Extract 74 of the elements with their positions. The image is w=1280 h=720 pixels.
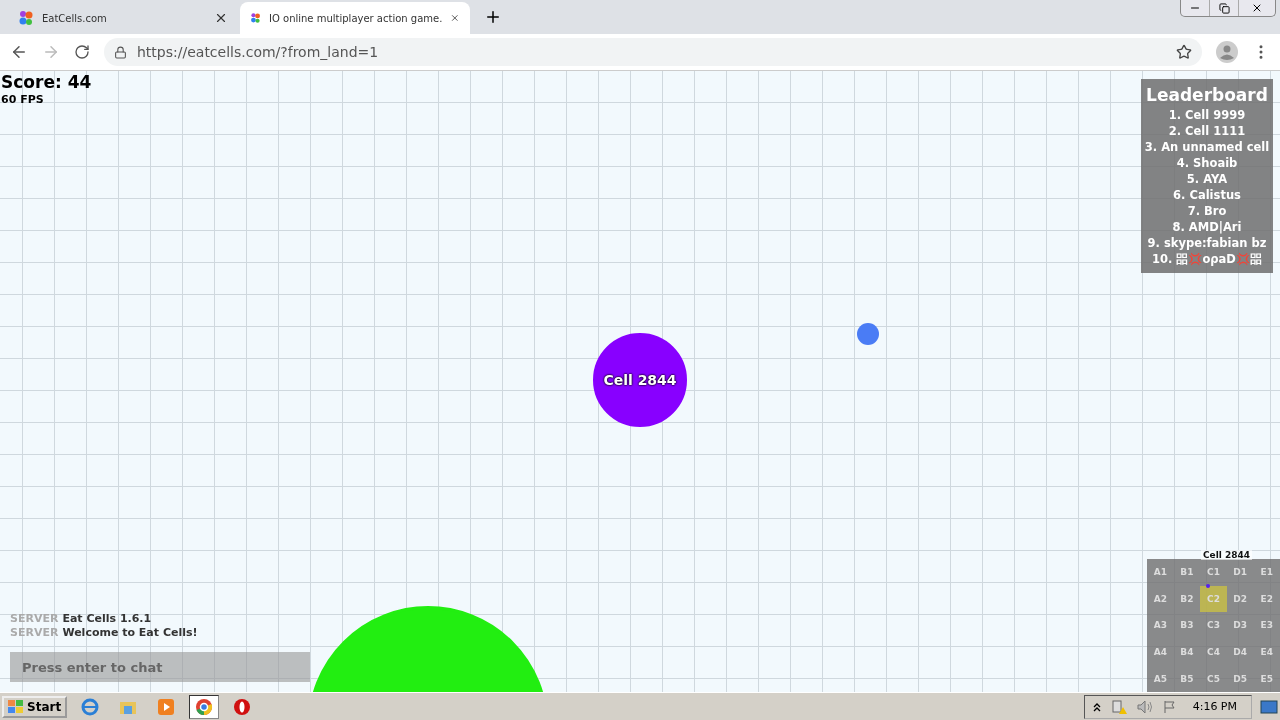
minimap-sector: C1 <box>1206 566 1221 580</box>
chrome-taskbar-icon[interactable] <box>189 694 220 719</box>
leaderboard-entry: 5. AYA <box>1186 171 1228 187</box>
minimap-sector: D5 <box>1232 672 1248 686</box>
chat-message: SERVER Eat Cells 1.6.1 <box>10 612 153 626</box>
play-icon <box>157 697 176 716</box>
globe-icon <box>81 697 100 716</box>
bookmark-star-icon[interactable] <box>1176 44 1192 60</box>
minimap-sector: B5 <box>1179 672 1195 686</box>
minimap-sector: A3 <box>1152 619 1168 633</box>
minimap-sector: C3 <box>1206 619 1221 633</box>
minimap-sector: A1 <box>1152 566 1168 580</box>
chat-input[interactable]: Press enter to chat <box>10 652 310 682</box>
leaderboard-entry: 6. Calistus <box>1173 187 1241 203</box>
start-button[interactable]: Start <box>2 695 68 718</box>
minimap-sector: E5 <box>1259 672 1274 686</box>
show-desktop-icon[interactable] <box>1260 699 1278 714</box>
minimap-sector: E2 <box>1259 592 1274 606</box>
minimap-sector: A4 <box>1152 646 1168 660</box>
address-bar[interactable]: https://eatcells.com/?from_land=1 <box>104 38 1202 66</box>
game-canvas[interactable] <box>0 71 1280 692</box>
restore-icon[interactable] <box>1218 2 1230 14</box>
tab-title: EatCells.com <box>42 12 108 24</box>
speaker-icon[interactable] <box>1136 699 1153 714</box>
windows-logo-icon <box>8 699 24 714</box>
clock-time: 4:16 PM <box>1192 700 1237 713</box>
minimap-sector: D4 <box>1232 646 1248 660</box>
chevron-up-icon[interactable] <box>1092 701 1101 712</box>
minimap-sector: D2 <box>1232 592 1248 606</box>
lock-icon <box>114 45 127 59</box>
minimap-sector: C4 <box>1206 646 1221 660</box>
leaderboard-entry: 7. Bro <box>1187 203 1227 219</box>
chrome-icon <box>195 697 214 716</box>
fps-text: 60 FPS <box>1 93 44 106</box>
minimap-sector: B3 <box>1179 619 1195 633</box>
leaderboard-title: Leaderboard <box>1146 85 1268 105</box>
opera-icon <box>233 697 252 716</box>
minimap-sector: A5 <box>1152 672 1168 686</box>
minimap-sector: B2 <box>1179 592 1195 606</box>
leaderboard-entry: 4. Shoaib <box>1176 155 1238 171</box>
chat-message: SERVER Welcome to Eat Cells! <box>10 626 199 640</box>
site-logo-icon <box>18 10 34 26</box>
minimap-sector: B4 <box>1179 646 1195 660</box>
browser-tab[interactable]: EatCells.com <box>8 2 238 34</box>
minimap-sector: E4 <box>1259 646 1274 660</box>
minimap-sector: B1 <box>1179 566 1195 580</box>
flag-icon[interactable] <box>1162 699 1177 714</box>
leaderboard-entry: 3. An unnamed cell <box>1144 139 1270 155</box>
reload-icon[interactable] <box>74 44 90 60</box>
tab-title: IO online multiplayer action game. <box>269 12 443 24</box>
minimap-sector: C2 <box>1200 585 1227 613</box>
cell-name: Cell 2844 <box>603 372 677 388</box>
close-icon[interactable] <box>1251 2 1263 14</box>
url-text: https://eatcells.com/?from_land=1 <box>137 44 380 60</box>
close-icon[interactable] <box>214 11 228 25</box>
minimap-sector: D3 <box>1232 619 1248 633</box>
leaderboard-entry: 8. AMD|Ari <box>1172 219 1242 235</box>
minimap-sector: E3 <box>1259 619 1274 633</box>
minimap-sector: C5 <box>1206 672 1221 686</box>
profile-avatar-icon[interactable] <box>1216 41 1238 63</box>
leaderboard-entry: 9. skype:fabian bz <box>1147 235 1267 251</box>
back-icon[interactable] <box>10 43 28 61</box>
minimap-player-dot <box>1206 584 1210 588</box>
site-logo-icon <box>250 10 261 26</box>
minimap-sector: A2 <box>1152 592 1168 606</box>
score-text: Score: 44 <box>1 72 92 92</box>
leaderboard-entry: 10. 㗊💢ᴏρaD💢㗊 <box>1152 251 1262 267</box>
browser-tab[interactable]: IO online multiplayer action game. <box>240 2 470 34</box>
new-tab-icon[interactable] <box>484 8 502 26</box>
minimap-sector: E1 <box>1259 566 1274 580</box>
minimap-sector: D1 <box>1232 566 1248 580</box>
minimap-player-name: Cell 2844 <box>1200 550 1252 560</box>
leaderboard-entry: 2. Cell 1111 <box>1168 123 1246 139</box>
leaderboard-entry: 1. Cell 9999 <box>1168 107 1246 123</box>
